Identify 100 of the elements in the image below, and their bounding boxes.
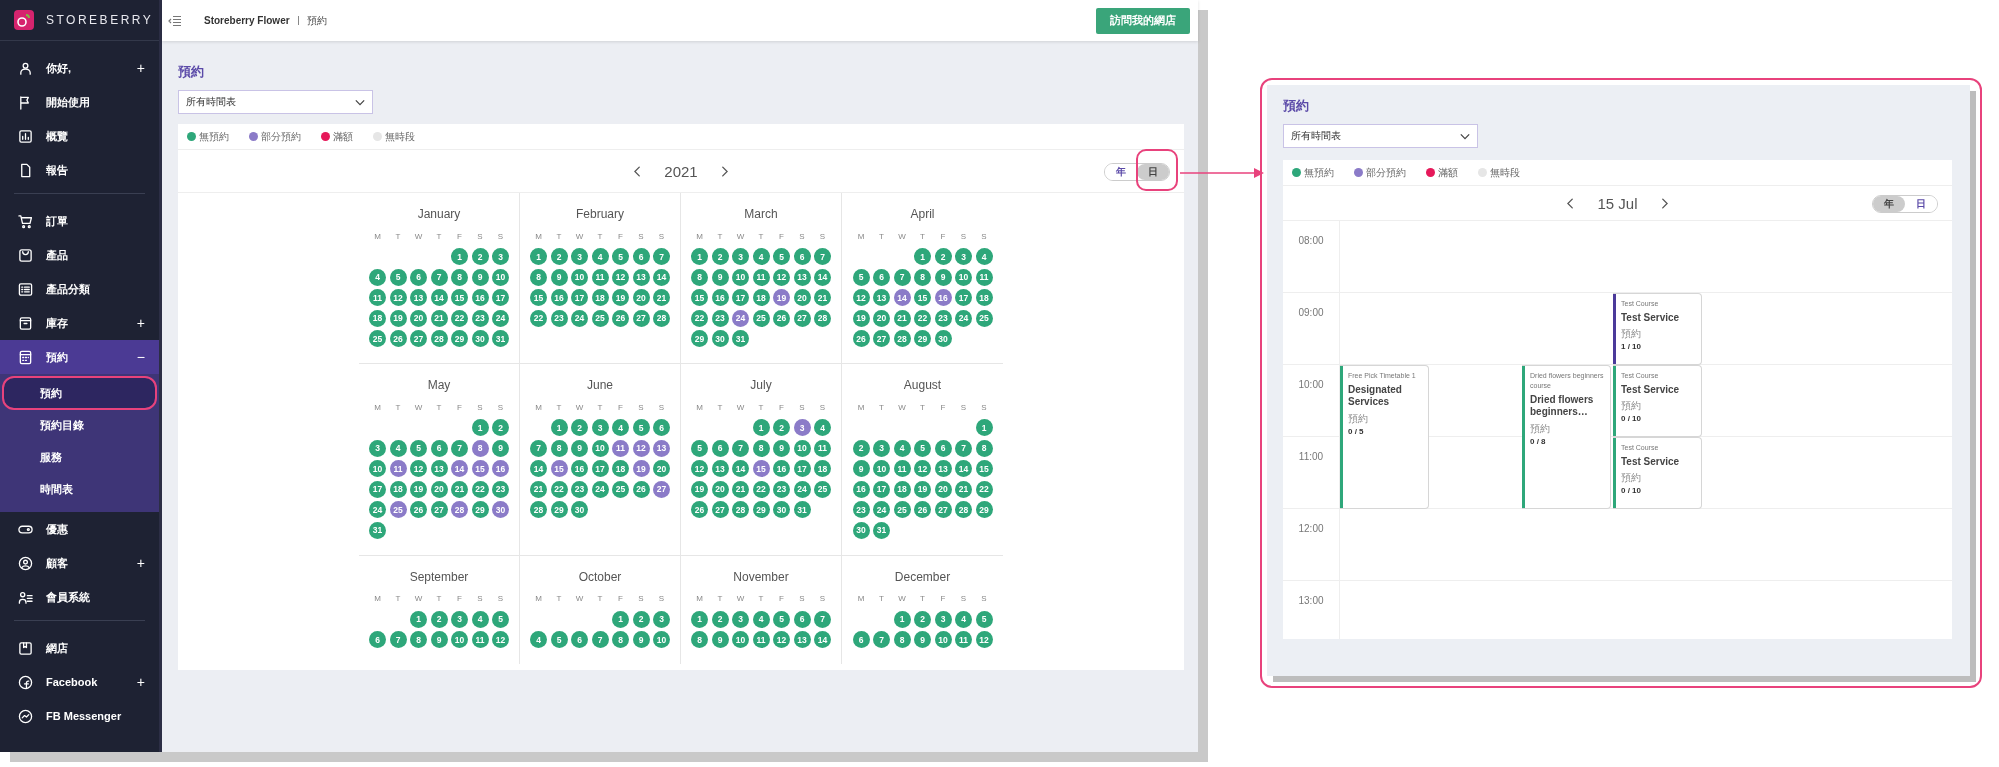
day-dot[interactable]: 9: [711, 268, 729, 286]
day-dot[interactable]: 25: [612, 480, 629, 498]
day-dot[interactable]: 14: [653, 268, 670, 286]
day-dot[interactable]: 27: [653, 480, 670, 498]
day-dot[interactable]: 12: [632, 439, 650, 457]
sidebar-item[interactable]: 會員系統: [0, 580, 159, 614]
day-dot[interactable]: 26: [773, 309, 790, 327]
day-dot[interactable]: 29: [451, 330, 468, 348]
day-dot[interactable]: 21: [653, 289, 670, 307]
day-dot[interactable]: 2: [914, 610, 931, 628]
day-dot[interactable]: 7: [389, 631, 407, 649]
sidebar-item[interactable]: 網店: [0, 631, 159, 665]
day-dot[interactable]: 8: [975, 439, 993, 457]
day-dot[interactable]: 4: [471, 610, 489, 628]
day-dot[interactable]: 1: [410, 610, 427, 628]
day-dot[interactable]: 21: [451, 480, 468, 498]
day-dot[interactable]: 23: [471, 309, 489, 327]
day-dot[interactable]: 22: [530, 309, 547, 327]
day-dot[interactable]: 7: [591, 631, 609, 649]
day-dot[interactable]: 14: [814, 631, 831, 649]
day-dot[interactable]: 28: [653, 309, 670, 327]
day-dot[interactable]: 22: [691, 309, 708, 327]
day-dot[interactable]: 11: [389, 460, 407, 478]
day-dot[interactable]: 28: [430, 330, 448, 348]
day-dot[interactable]: 1: [530, 248, 547, 266]
day-dot[interactable]: 22: [752, 480, 770, 498]
day-dot[interactable]: 1: [893, 610, 911, 628]
day-dot[interactable]: 10: [793, 439, 811, 457]
day-dot[interactable]: 23: [711, 309, 729, 327]
day-dot[interactable]: 7: [732, 439, 749, 457]
day-dot[interactable]: 26: [612, 309, 629, 327]
day-dot[interactable]: 28: [530, 501, 547, 519]
day-dot[interactable]: 10: [451, 631, 468, 649]
day-dot[interactable]: 20: [873, 309, 890, 327]
day-dot[interactable]: 10: [571, 268, 588, 286]
day-dot[interactable]: 30: [773, 501, 790, 519]
day-dot[interactable]: 2: [711, 248, 729, 266]
day-dot[interactable]: 2: [934, 248, 952, 266]
day-dot[interactable]: 2: [471, 248, 489, 266]
day-dot[interactable]: 2: [632, 610, 650, 628]
day-dot[interactable]: 18: [752, 289, 770, 307]
day-dot[interactable]: 4: [814, 419, 831, 437]
day-dot[interactable]: 1: [471, 419, 489, 437]
day-dot[interactable]: 6: [369, 631, 386, 649]
sidebar-item[interactable]: 概覽: [0, 119, 159, 153]
day-dot[interactable]: 20: [793, 289, 811, 307]
day-dot[interactable]: 14: [430, 289, 448, 307]
day-dot[interactable]: 14: [530, 460, 547, 478]
day-dot[interactable]: 2: [711, 610, 729, 628]
day-dot[interactable]: 30: [934, 330, 952, 348]
sidebar-item[interactable]: 訂單: [0, 204, 159, 238]
day-dot[interactable]: 2: [571, 419, 588, 437]
day-dot[interactable]: 31: [732, 330, 749, 348]
day-dot[interactable]: 26: [852, 330, 870, 348]
day-dot[interactable]: 10: [955, 268, 972, 286]
day-dot[interactable]: 31: [793, 501, 811, 519]
day-dot[interactable]: 4: [591, 248, 609, 266]
day-dot[interactable]: 24: [369, 501, 386, 519]
day-dot[interactable]: 11: [975, 268, 993, 286]
sidebar-item[interactable]: 優惠: [0, 512, 159, 546]
day-dot[interactable]: 26: [389, 330, 407, 348]
day-dot[interactable]: 14: [732, 460, 749, 478]
day-dot[interactable]: 17: [873, 480, 890, 498]
day-dot[interactable]: 19: [410, 480, 427, 498]
day-dot[interactable]: 1: [752, 419, 770, 437]
day-dot[interactable]: 27: [873, 330, 890, 348]
day-dot[interactable]: 7: [814, 248, 831, 266]
day-dot[interactable]: 26: [410, 501, 427, 519]
breadcrumb-link[interactable]: Storeberry Flower: [204, 15, 290, 26]
day-dot[interactable]: 13: [653, 439, 670, 457]
day-dot[interactable]: 6: [852, 631, 870, 649]
day-dot[interactable]: 15: [914, 289, 931, 307]
day-dot[interactable]: 25: [369, 330, 386, 348]
day-dot[interactable]: 28: [893, 330, 911, 348]
day-dot[interactable]: 24: [732, 309, 749, 327]
day-dot[interactable]: 3: [492, 248, 509, 266]
day-dot[interactable]: 16: [550, 289, 568, 307]
day-dot[interactable]: 12: [773, 631, 790, 649]
day-dot[interactable]: 4: [893, 439, 911, 457]
day-dot[interactable]: 15: [530, 289, 547, 307]
day-dot[interactable]: 6: [571, 631, 588, 649]
day-dot[interactable]: 4: [369, 268, 386, 286]
day-dot[interactable]: 10: [653, 631, 670, 649]
day-dot[interactable]: 8: [612, 631, 629, 649]
visit-shop-button[interactable]: 訪問我的網店: [1096, 7, 1190, 34]
day-dot[interactable]: 8: [752, 439, 770, 457]
day-dot[interactable]: 4: [530, 631, 547, 649]
day-dot[interactable]: 29: [550, 501, 568, 519]
day-dot[interactable]: 16: [471, 289, 489, 307]
day-dot[interactable]: 18: [591, 289, 609, 307]
day-dot[interactable]: 16: [571, 460, 588, 478]
day-dot[interactable]: 15: [451, 289, 468, 307]
day-dot[interactable]: 16: [711, 289, 729, 307]
day-dot[interactable]: 7: [814, 610, 831, 628]
day-dot[interactable]: 11: [471, 631, 489, 649]
day-dot[interactable]: 25: [893, 501, 911, 519]
sidebar-item[interactable]: 預約 −: [0, 340, 159, 374]
sidebar-item[interactable]: 顧客 +: [0, 546, 159, 580]
day-dot[interactable]: 21: [814, 289, 831, 307]
day-dot[interactable]: 10: [873, 460, 890, 478]
